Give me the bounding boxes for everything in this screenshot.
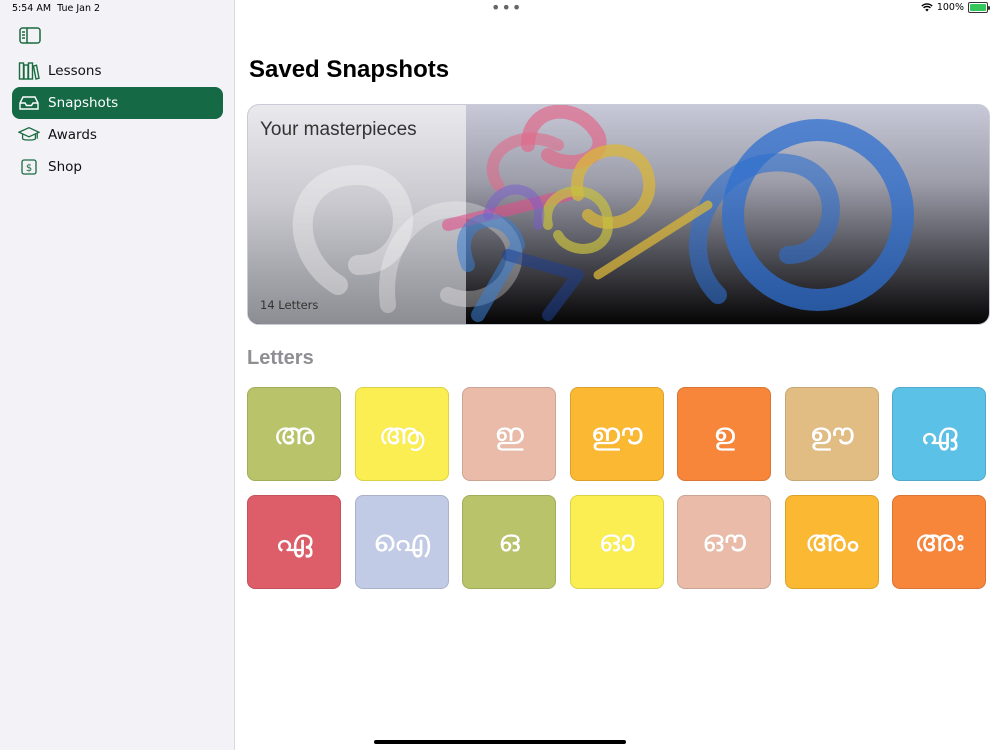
multitasking-dots-icon[interactable]: •••: [491, 0, 522, 17]
letter-tile[interactable]: അ: [247, 387, 341, 481]
home-indicator[interactable]: [374, 740, 626, 744]
graduation-cap-icon: [18, 124, 40, 146]
page-title: Saved Snapshots: [249, 56, 450, 83]
letter-glyph: ഓ: [598, 524, 635, 559]
sidebar-item-label: Awards: [48, 127, 97, 143]
letter-tile[interactable]: ഉ: [677, 387, 771, 481]
status-time: 5:54 AM Tue Jan 2: [12, 3, 101, 14]
letter-glyph: അ: [273, 416, 315, 452]
letter-tile[interactable]: ഏ: [892, 387, 986, 481]
letter-glyph: ഉ: [713, 416, 735, 452]
sidebar-nav: Lessons Snapshots Awards $ Shop: [12, 55, 223, 183]
letter-glyph: ഐ: [372, 524, 431, 559]
books-icon: [18, 60, 40, 82]
letter-tile[interactable]: ഊ: [784, 387, 879, 481]
sidebar-item-label: Snapshots: [48, 95, 119, 111]
letter-glyph: ഊ: [809, 416, 854, 452]
letter-tile[interactable]: ഓ: [569, 494, 664, 589]
letter-glyph: അഃ: [914, 524, 964, 559]
letter-glyph: ഏ: [275, 524, 313, 559]
letter-glyph: ഔ: [702, 524, 746, 559]
tray-icon: [18, 92, 40, 114]
status-indicators: 100%: [921, 2, 990, 13]
letter-tile[interactable]: അഃ: [892, 494, 986, 589]
letter-glyph: ഈ: [590, 416, 643, 452]
letter-tile[interactable]: അം: [784, 494, 879, 589]
sidebar-item-label: Shop: [48, 159, 82, 175]
hero-count: 14 Letters: [260, 298, 319, 312]
letter-glyph: ഏ: [920, 416, 958, 452]
letter-glyph: ആ: [378, 416, 425, 452]
hero-title: Your masterpieces: [260, 119, 417, 140]
sidebar-icon[interactable]: [18, 26, 42, 46]
letter-glyph: അം: [804, 524, 859, 559]
main-content: Saved Snapshots Your masterpieces 14 Let…: [235, 0, 1000, 750]
sidebar-item-awards[interactable]: Awards: [12, 119, 223, 151]
battery-icon: [968, 2, 990, 13]
letter-tile[interactable]: ഔ: [677, 494, 771, 589]
wifi-icon: [921, 3, 933, 12]
svg-text:$: $: [26, 163, 32, 174]
sidebar-item-snapshots[interactable]: Snapshots: [12, 87, 223, 119]
letter-tile[interactable]: ഏ: [247, 494, 341, 589]
letter-tile[interactable]: ആ: [354, 387, 449, 481]
letter-glyph: ഒ: [498, 524, 520, 559]
letter-glyph: ഇ: [494, 416, 524, 452]
sidebar-item-lessons[interactable]: Lessons: [12, 55, 223, 87]
sidebar-item-shop[interactable]: $ Shop: [12, 151, 223, 183]
sidebar-item-label: Lessons: [48, 63, 102, 79]
letter-tile[interactable]: ഒ: [462, 494, 556, 589]
letter-tile[interactable]: ഐ: [354, 494, 449, 589]
masterpieces-card[interactable]: Your masterpieces 14 Letters: [247, 104, 990, 325]
dollar-sign-icon: $: [18, 156, 40, 178]
battery-percent: 100%: [936, 2, 964, 13]
letter-tile[interactable]: ഈ: [569, 387, 664, 481]
status-bar: 5:54 AM Tue Jan 2 ••• 100%: [0, 0, 1000, 20]
sidebar: Lessons Snapshots Awards $ Shop: [0, 0, 235, 750]
letters-section-title: Letters: [247, 347, 314, 369]
letter-tile[interactable]: ഇ: [462, 387, 556, 481]
